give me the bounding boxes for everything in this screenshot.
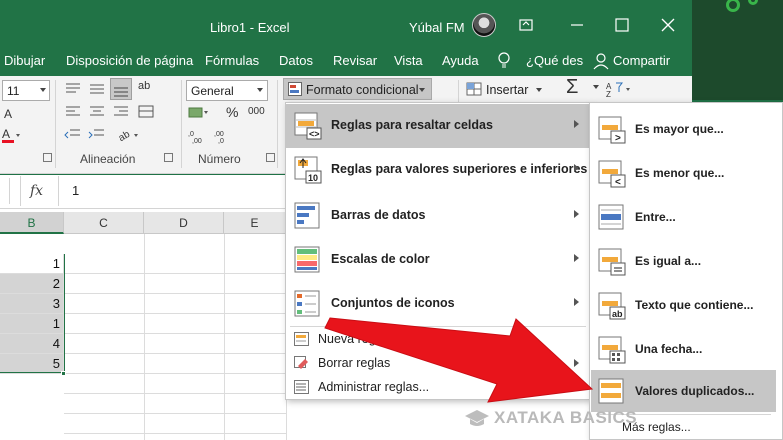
annotation-arrow xyxy=(324,317,594,403)
red-arrow-icon xyxy=(324,317,594,403)
